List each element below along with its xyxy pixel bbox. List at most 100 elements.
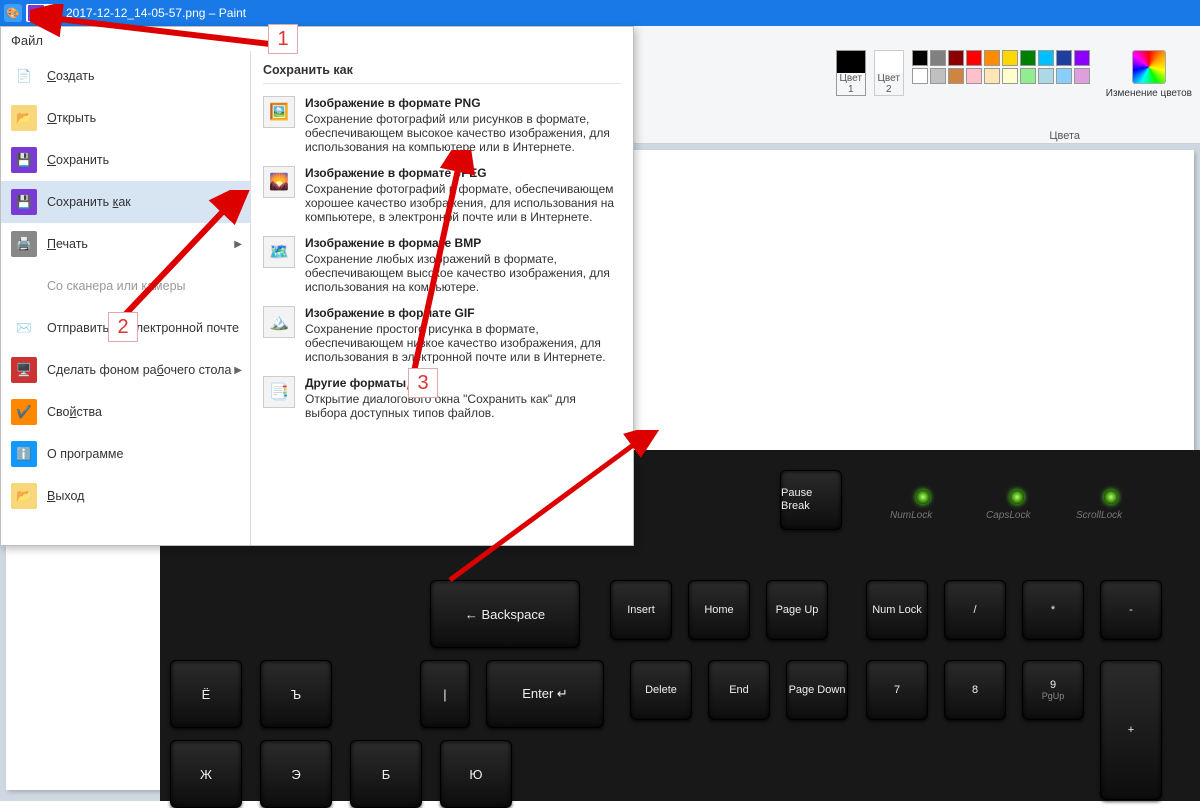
file-menu-item[interactable]: 📂Выход bbox=[1, 475, 250, 517]
color-swatch[interactable] bbox=[1056, 50, 1072, 66]
key-backspace: ← Backspace bbox=[430, 580, 580, 648]
color-panel: Цвет 1 Цвет 2 Изменение цветов bbox=[836, 50, 1192, 99]
format-desc: Сохранение любых изображений в формате, … bbox=[305, 252, 610, 294]
window-title: 2017-12-12_14-05-57.png – Paint bbox=[66, 6, 246, 20]
file-tab[interactable]: Файл bbox=[11, 33, 43, 48]
annotation-3: 3 bbox=[408, 368, 438, 398]
menu-item-icon: 📄 bbox=[11, 63, 37, 89]
color-swatch[interactable] bbox=[1074, 50, 1090, 66]
file-menu-item[interactable]: 💾 Сохранить как ▶ bbox=[1, 181, 250, 223]
key-num7: 7 bbox=[866, 660, 928, 720]
key-numpad-div: / bbox=[944, 580, 1006, 640]
color-swatch[interactable] bbox=[1002, 50, 1018, 66]
color-swatch[interactable] bbox=[1020, 50, 1036, 66]
menu-item-label: Открыть bbox=[47, 111, 96, 125]
menu-item-icon: ℹ️ bbox=[11, 441, 37, 467]
color-swatch[interactable] bbox=[948, 50, 964, 66]
color-swatch[interactable] bbox=[930, 68, 946, 84]
key-pagedown: Page Down bbox=[786, 660, 848, 720]
key-cyr-4: Э bbox=[260, 740, 332, 808]
submenu-arrow-icon: ▶ bbox=[234, 197, 242, 208]
color-swatch[interactable] bbox=[948, 68, 964, 84]
key-numlock: Num Lock bbox=[866, 580, 928, 640]
menu-item-icon: 💾 bbox=[11, 147, 37, 173]
format-icon: 🖼️ bbox=[263, 96, 295, 128]
format-title: Изображение в формате PNG bbox=[305, 96, 621, 110]
file-menu-item[interactable]: 📂Открыть bbox=[1, 97, 250, 139]
color-swatch[interactable] bbox=[912, 50, 928, 66]
color-swatch[interactable] bbox=[930, 50, 946, 66]
save-as-format-item[interactable]: 🗺️Изображение в формате BMPСохранение лю… bbox=[263, 230, 621, 300]
key-cyr-1: Ё bbox=[170, 660, 242, 728]
color-swatch[interactable] bbox=[1074, 68, 1090, 84]
menu-item-label: О программе bbox=[47, 447, 123, 461]
menu-item-icon: ✉️ bbox=[11, 315, 37, 341]
submenu-arrow-icon: ▶ bbox=[234, 239, 242, 250]
window-titlebar: 🎨 ▾ 2017-12-12_14-05-57.png – Paint bbox=[0, 0, 1200, 26]
color-swatch[interactable] bbox=[1056, 68, 1072, 84]
color-swatch[interactable] bbox=[966, 68, 982, 84]
file-menu-item[interactable]: 📄 Создать bbox=[1, 55, 250, 97]
key-pause-break: Pause Break bbox=[780, 470, 842, 530]
color-swatch[interactable] bbox=[984, 68, 1000, 84]
annotation-2: 2 bbox=[108, 312, 138, 342]
save-as-format-item[interactable]: 🌄Изображение в формате JPEGСохранение фо… bbox=[263, 160, 621, 230]
save-as-format-item[interactable]: 🖼️ Изображение в формате PNG Сохранение фо… bbox=[263, 90, 621, 160]
menu-item-icon: 🖥️ bbox=[11, 357, 37, 383]
menu-item-label: Свойства bbox=[47, 405, 102, 419]
menu-item-label: Отправить по электронной почте bbox=[47, 321, 239, 335]
menu-item-label: Сохранить как bbox=[47, 195, 131, 209]
colors-section-label: Цвета bbox=[1049, 130, 1080, 142]
file-menu-item[interactable]: 🖨️Печать▶ bbox=[1, 223, 250, 265]
color-2-swatch[interactable]: Цвет 2 bbox=[874, 50, 904, 96]
format-desc: Сохранение простого рисунка в формате, о… bbox=[305, 322, 606, 364]
key-end: End bbox=[708, 660, 770, 720]
format-desc: Сохранение фотографий или рисунков в фор… bbox=[305, 112, 610, 154]
format-desc: Открытие диалогового окна "Сохранить как… bbox=[305, 392, 576, 420]
menu-item-label: Создать bbox=[47, 69, 95, 83]
led-capslock bbox=[1010, 490, 1024, 504]
key-num9: 9PgUp bbox=[1022, 660, 1084, 720]
key-pipe: | bbox=[420, 660, 470, 728]
rainbow-icon bbox=[1132, 50, 1166, 84]
color-swatch[interactable] bbox=[912, 68, 928, 84]
save-as-format-item[interactable]: 🏔️Изображение в формате GIFСохранение пр… bbox=[263, 300, 621, 370]
format-title: Изображение в формате BMP bbox=[305, 236, 621, 250]
submenu-arrow-icon: ▶ bbox=[234, 365, 242, 376]
color-swatch[interactable] bbox=[1020, 68, 1036, 84]
key-numpad-add: + bbox=[1100, 660, 1162, 800]
menu-item-label: Печать bbox=[47, 237, 88, 251]
qat-dropdown-icon[interactable]: ▾ bbox=[44, 8, 58, 19]
file-menu-item[interactable]: ✔️Свойства bbox=[1, 391, 250, 433]
file-menu-item[interactable]: 🖥️Сделать фоном рабочего стола▶ bbox=[1, 349, 250, 391]
color-1-swatch[interactable]: Цвет 1 bbox=[836, 50, 866, 96]
quick-access-toolbar[interactable]: ▾ bbox=[26, 4, 60, 22]
file-menu-item[interactable]: ℹ️ О программе bbox=[1, 433, 250, 475]
menu-item-label: Сохранить bbox=[47, 153, 109, 167]
key-cyr-6: Ю bbox=[440, 740, 512, 808]
color-swatch[interactable] bbox=[984, 50, 1000, 66]
key-delete: Delete bbox=[630, 660, 692, 720]
menu-item-icon bbox=[11, 273, 37, 299]
format-title: Другие форматы bbox=[305, 376, 621, 390]
key-numpad-sub: - bbox=[1100, 580, 1162, 640]
file-menu-item: Со сканера или камеры bbox=[1, 265, 250, 307]
key-insert: Insert bbox=[610, 580, 672, 640]
format-title: Изображение в формате GIF bbox=[305, 306, 621, 320]
color-swatch[interactable] bbox=[1038, 50, 1054, 66]
format-desc: Сохранение фотографий в формате, обеспеч… bbox=[305, 182, 614, 224]
color-swatch[interactable] bbox=[1038, 68, 1054, 84]
led-numlock bbox=[916, 490, 930, 504]
file-menu-item[interactable]: 💾 Сохранить bbox=[1, 139, 250, 181]
save-as-submenu: Сохранить как 🖼️Изображение в формате PN… bbox=[251, 51, 633, 545]
color-swatch[interactable] bbox=[1002, 68, 1018, 84]
key-cyr-2: Ъ bbox=[260, 660, 332, 728]
color-swatch[interactable] bbox=[966, 50, 982, 66]
save-icon[interactable] bbox=[28, 5, 44, 21]
menu-item-icon: 💾 bbox=[11, 189, 37, 215]
edit-colors-button[interactable]: Изменение цветов bbox=[1106, 50, 1192, 99]
color-palette[interactable] bbox=[912, 50, 1090, 84]
format-icon: 📑 bbox=[263, 376, 295, 408]
key-enter: Enter ↵ bbox=[486, 660, 604, 728]
save-as-format-item[interactable]: 📑 Другие форматы Открытие диалогового окна… bbox=[263, 370, 621, 426]
